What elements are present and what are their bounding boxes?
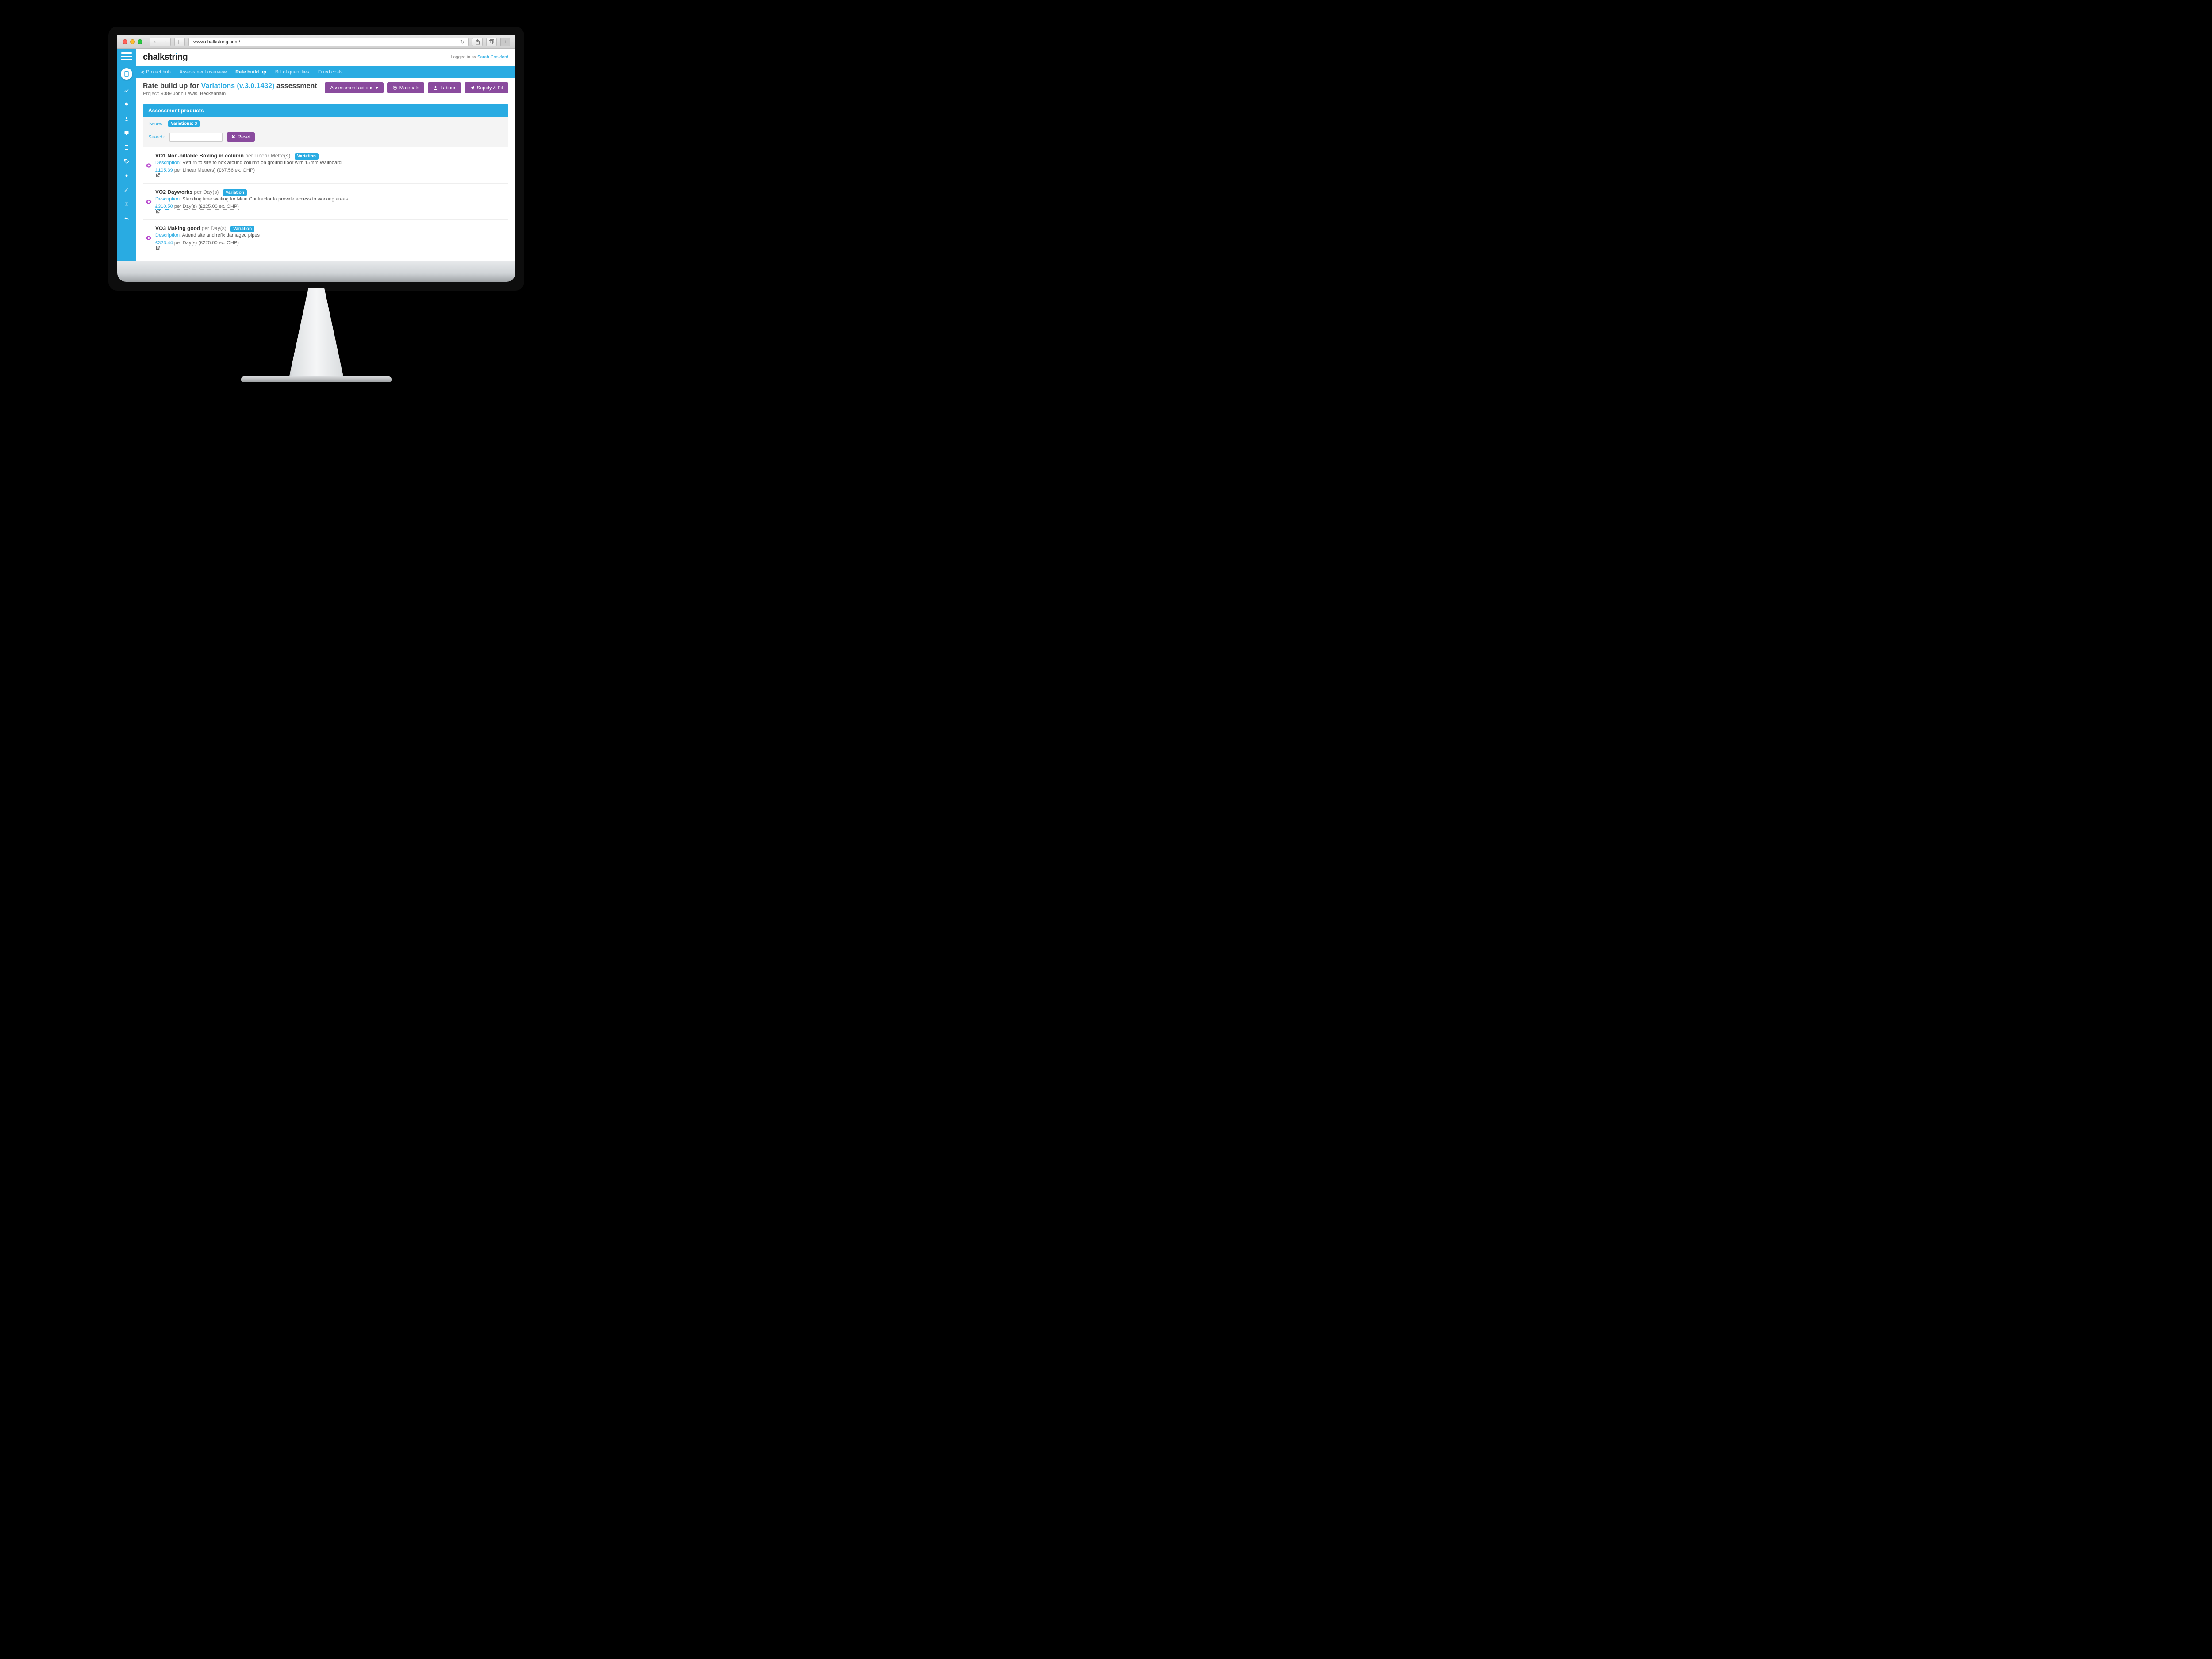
variation-tag: Variation [295, 153, 319, 160]
main-content: chalkstring Logged in as Sarah Crawford … [136, 49, 515, 261]
product-row: VO1 Non-billable Boxing in column per Li… [143, 147, 508, 183]
product-title: VO2 Dayworks per Day(s) Variation [155, 189, 502, 195]
nav-project-hub[interactable]: ⮜Project hub [141, 69, 171, 75]
product-row: VO3 Making good per Day(s) Variation Des… [143, 219, 508, 256]
project-name: 9089 John Lewis, Beckenham [161, 91, 226, 96]
user-icon [433, 85, 438, 90]
share-button[interactable] [472, 38, 483, 46]
left-rail [117, 49, 136, 261]
eye-icon[interactable] [146, 236, 152, 240]
nav-bill-of-quantities[interactable]: Bill of quantities [275, 69, 309, 75]
user-link[interactable]: Sarah Crawford [477, 55, 508, 60]
imac-frame: ‹ › www.chalkstring.com/ ↻ [108, 27, 524, 382]
labour-button[interactable]: Labour [428, 82, 461, 93]
imac-foot [241, 376, 392, 382]
login-info: Logged in as Sarah Crawford [451, 55, 508, 60]
browser-toolbar: ‹ › www.chalkstring.com/ ↻ [117, 35, 515, 49]
assessment-products-panel: Assessment products Issues: Variations: … [143, 104, 508, 256]
minimize-window-button[interactable] [130, 39, 135, 44]
price-link[interactable]: £323.44 [155, 240, 173, 246]
imac-chin [117, 261, 515, 282]
app-topbar: chalkstring Logged in as Sarah Crawford [136, 49, 515, 66]
send-icon [470, 85, 475, 90]
maximize-window-button[interactable] [138, 39, 142, 44]
price-link[interactable]: £105.39 [155, 168, 173, 173]
rail-item-active[interactable] [121, 68, 132, 80]
reload-icon[interactable]: ↻ [460, 39, 465, 45]
window-controls [123, 39, 142, 44]
forward-button[interactable]: › [160, 38, 171, 46]
brand-logo[interactable]: chalkstring [143, 52, 188, 62]
external-link-icon[interactable] [155, 173, 502, 178]
tag-icon[interactable] [123, 158, 130, 165]
materials-button[interactable]: Materials [387, 82, 425, 93]
price-link[interactable]: £310.50 [155, 204, 173, 210]
sub-nav: ⮜Project hub Assessment overview Rate bu… [136, 66, 515, 78]
product-description: Description: Attend site and refix damag… [155, 233, 502, 238]
variation-tag: Variation [230, 226, 254, 232]
product-price: £323.44 per Day(s) (£225.00 ex. OHP) [155, 240, 502, 250]
page-header: Rate build up for Variations (v.3.0.1432… [136, 78, 515, 101]
nav-rate-build-up[interactable]: Rate build up [235, 69, 266, 75]
imac-bezel: ‹ › www.chalkstring.com/ ↻ [108, 27, 524, 291]
supply-fit-button[interactable]: Supply & Fit [465, 82, 508, 93]
app-frame: chalkstring Logged in as Sarah Crawford … [117, 49, 515, 261]
project-line: Project: 9089 John Lewis, Beckenham [143, 91, 317, 96]
reset-button[interactable]: ✖ Reset [227, 132, 255, 142]
chevron-down-icon: ▾ [376, 85, 378, 91]
product-price: £310.50 per Day(s) (£225.00 ex. OHP) [155, 204, 502, 214]
url-bar[interactable]: www.chalkstring.com/ ↻ [188, 38, 469, 46]
login-prefix: Logged in as [451, 55, 477, 60]
nav-fixed-costs[interactable]: Fixed costs [318, 69, 343, 75]
menu-toggle[interactable] [121, 52, 132, 60]
eye-icon[interactable] [146, 163, 152, 168]
external-link-icon[interactable] [155, 246, 502, 250]
header-actions: Assessment actions ▾ Materials Labour [325, 82, 508, 93]
panel-title: Assessment products [143, 104, 508, 117]
pencil-icon[interactable] [123, 187, 130, 193]
product-list: VO1 Non-billable Boxing in column per Li… [143, 147, 508, 256]
new-tab-button[interactable]: + [500, 38, 510, 46]
variation-tag: Variation [223, 189, 247, 196]
issues-row: Issues: Variations: 3 [143, 117, 508, 131]
browser-right-controls: + [472, 38, 510, 46]
cubes-icon[interactable] [123, 102, 130, 108]
chart-icon[interactable] [123, 88, 130, 94]
screen: ‹ › www.chalkstring.com/ ↻ [117, 35, 515, 261]
product-title: VO1 Non-billable Boxing in column per Li… [155, 153, 502, 159]
x-icon: ✖ [231, 134, 235, 140]
external-link-icon[interactable] [155, 209, 502, 214]
assessment-actions-button[interactable]: Assessment actions ▾ [325, 82, 383, 93]
page-title-block: Rate build up for Variations (v.3.0.1432… [143, 82, 317, 96]
product-row: VO2 Dayworks per Day(s) Variation Descri… [143, 183, 508, 219]
page-title: Rate build up for Variations (v.3.0.1432… [143, 82, 317, 90]
nav-assessment-overview[interactable]: Assessment overview [180, 69, 227, 75]
tabs-button[interactable] [486, 38, 497, 46]
sidebar-toggle-button[interactable] [174, 38, 185, 46]
variation-link[interactable]: Variations (v.3.0.1432) [201, 82, 275, 90]
close-window-button[interactable] [123, 39, 127, 44]
url-text: www.chalkstring.com/ [193, 39, 240, 45]
nav-buttons: ‹ › [150, 38, 171, 46]
clipboard-icon[interactable] [123, 144, 130, 150]
product-description: Description: Standing time waiting for M… [155, 196, 502, 202]
cubes-icon [392, 85, 397, 90]
reply-icon[interactable] [123, 215, 130, 221]
search-input[interactable] [169, 133, 223, 142]
circle-icon[interactable] [123, 173, 130, 179]
back-button[interactable]: ‹ [150, 38, 160, 46]
search-label: Search: [148, 134, 165, 140]
product-title: VO3 Making good per Day(s) Variation [155, 225, 502, 231]
imac-stand [276, 288, 356, 376]
user-icon[interactable] [123, 116, 130, 122]
search-row: Search: ✖ Reset [143, 131, 508, 147]
issues-label: Issues: [148, 121, 164, 127]
gear-icon[interactable] [123, 201, 130, 207]
chevron-left-icon: ⮜ [141, 70, 144, 75]
product-description: Description: Return to site to box aroun… [155, 160, 502, 165]
product-price: £105.39 per Linear Metre(s) (£67.56 ex. … [155, 168, 502, 178]
issues-pill[interactable]: Variations: 3 [168, 120, 200, 127]
eye-icon[interactable] [146, 200, 152, 204]
monitor-icon[interactable] [123, 130, 130, 136]
